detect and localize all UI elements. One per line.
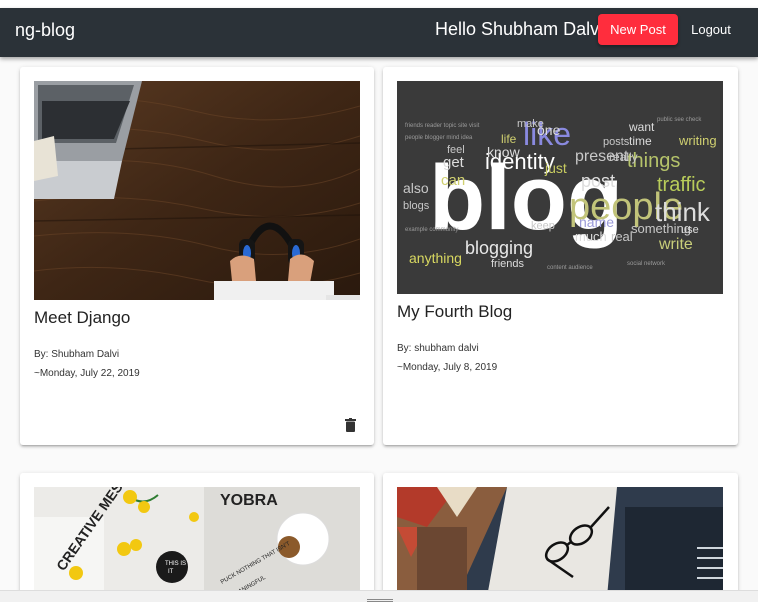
svg-text:writing: writing [678, 133, 717, 148]
svg-text:write: write [658, 236, 693, 253]
post-card[interactable] [383, 473, 738, 602]
logout-button[interactable]: Logout [684, 14, 738, 45]
app-toolbar: ng-blog Hello Shubham Dalvi New Post Log… [0, 8, 758, 57]
post-date: ~Monday, July 22, 2019 [34, 368, 140, 379]
svg-text:name: name [579, 214, 614, 230]
svg-text:use: use [681, 224, 699, 236]
svg-text:traffic: traffic [657, 174, 706, 196]
user-greeting: Hello Shubham Dalvi [435, 19, 604, 39]
brand-title[interactable]: ng-blog [15, 20, 75, 41]
svg-text:life: life [501, 132, 517, 146]
svg-text:much: much [575, 229, 607, 244]
svg-text:example community: example community [405, 227, 458, 233]
svg-text:make: make [517, 118, 544, 130]
delete-icon[interactable] [345, 418, 356, 432]
post-title[interactable]: Meet Django [34, 308, 130, 328]
svg-text:post: post [581, 171, 615, 191]
post-author: By: Shubham Dalvi [34, 349, 120, 360]
bottom-resize-bar[interactable] [0, 590, 758, 602]
svg-text:YOBRA: YOBRA [220, 492, 278, 509]
post-card[interactable]: CREATIVE MESS THIS IS IT YOBRA PUCK NOTH… [20, 473, 374, 602]
svg-text:know: know [487, 144, 521, 160]
svg-text:friends: friends [491, 258, 525, 270]
new-post-button[interactable]: New Post [598, 14, 678, 45]
svg-text:really: really [609, 150, 638, 164]
svg-text:get: get [443, 154, 465, 171]
svg-text:can: can [441, 172, 465, 189]
svg-text:people blogger mind idea: people blogger mind idea [405, 135, 473, 141]
svg-text:friends reader topic site visi: friends reader topic site visit [405, 123, 480, 129]
svg-text:public see check: public see check [657, 117, 702, 123]
svg-text:content audience: content audience [547, 265, 593, 271]
svg-text:time: time [629, 134, 652, 148]
svg-text:blogging: blogging [465, 238, 533, 258]
post-author: By: shubham dalvi [397, 343, 479, 354]
post-date: ~Monday, July 8, 2019 [397, 362, 498, 373]
svg-text:want: want [628, 120, 655, 134]
svg-text:social network: social network [627, 261, 666, 267]
post-image-creative-mess: CREATIVE MESS THIS IS IT YOBRA PUCK NOTH… [34, 487, 360, 597]
svg-text:blogs: blogs [403, 200, 430, 212]
svg-text:real: real [611, 229, 633, 244]
svg-text:keep: keep [531, 220, 555, 232]
window-top-strip [0, 0, 758, 8]
post-image-laptop-headphones [34, 81, 360, 300]
svg-text:posts: posts [603, 136, 630, 148]
post-image-notebook-glasses [397, 487, 723, 597]
post-card[interactable]: Meet Django By: Shubham Dalvi ~Monday, J… [20, 67, 374, 445]
svg-text:also: also [403, 180, 429, 196]
svg-text:IT: IT [168, 569, 174, 575]
svg-text:just: just [544, 160, 567, 176]
svg-text:THIS IS: THIS IS [165, 561, 186, 567]
post-card[interactable]: blog people identity things think traffi… [383, 67, 738, 445]
post-image-word-cloud: blog people identity things think traffi… [397, 81, 723, 294]
svg-text:anything: anything [409, 250, 462, 266]
svg-text:feel: feel [447, 144, 465, 156]
post-title[interactable]: My Fourth Blog [397, 302, 512, 322]
